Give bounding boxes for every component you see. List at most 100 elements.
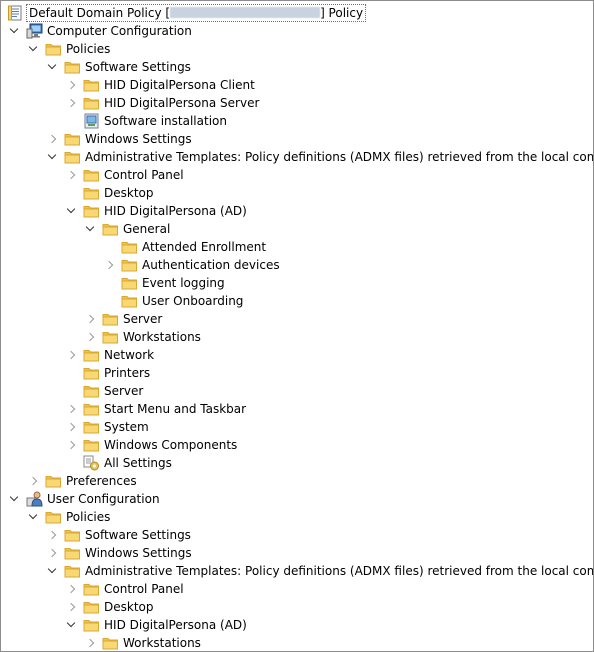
chevron-right-icon[interactable] bbox=[29, 472, 41, 490]
folder-icon bbox=[83, 347, 100, 363]
tree-label: HID DigitalPersona Server bbox=[104, 96, 260, 110]
tree-node-all-settings[interactable]: All Settings bbox=[1, 454, 593, 472]
tree-label: Network bbox=[104, 348, 155, 362]
tree-node-computer-configuration[interactable]: Computer Configuration bbox=[1, 22, 593, 40]
chevron-right-icon[interactable] bbox=[67, 418, 79, 436]
folder-icon bbox=[83, 203, 100, 219]
chevron-down-icon[interactable] bbox=[28, 40, 40, 58]
tree-label: General bbox=[123, 222, 171, 236]
chevron-right-icon[interactable] bbox=[105, 256, 117, 274]
chevron-down-icon[interactable] bbox=[47, 562, 59, 580]
folder-icon bbox=[64, 149, 81, 165]
folder-icon bbox=[64, 131, 81, 147]
tree-node-system[interactable]: System bbox=[1, 418, 593, 436]
chevron-right-icon[interactable] bbox=[86, 328, 98, 346]
folder-icon bbox=[83, 77, 100, 93]
tree-label: User Onboarding bbox=[142, 294, 244, 308]
tree-label: Software Settings bbox=[85, 60, 191, 74]
tree-node-software-installation[interactable]: Software installation bbox=[1, 112, 593, 130]
tree-node-network[interactable]: Network bbox=[1, 346, 593, 364]
chevron-right-icon[interactable] bbox=[67, 580, 79, 598]
all-settings-icon bbox=[83, 455, 100, 471]
chevron-right-icon[interactable] bbox=[67, 166, 79, 184]
chevron-right-icon[interactable] bbox=[86, 310, 98, 328]
chevron-down-icon[interactable] bbox=[47, 58, 59, 76]
tree-node-uc-desktop[interactable]: Desktop bbox=[1, 598, 593, 616]
tree-node-user-configuration[interactable]: User Configuration bbox=[1, 490, 593, 508]
chevron-right-icon[interactable] bbox=[67, 598, 79, 616]
folder-icon bbox=[121, 257, 138, 273]
tree-node-cc-admin-templates[interactable]: Administrative Templates: Policy definit… bbox=[1, 148, 593, 166]
tree-label: Windows Components bbox=[104, 438, 238, 452]
chevron-right-icon[interactable] bbox=[67, 94, 79, 112]
chevron-down-icon[interactable] bbox=[85, 220, 97, 238]
chevron-right-icon[interactable] bbox=[48, 544, 60, 562]
tree-node-windows-components[interactable]: Windows Components bbox=[1, 436, 593, 454]
tree-label: Start Menu and Taskbar bbox=[104, 402, 247, 416]
tree-node-server[interactable]: Server bbox=[1, 382, 593, 400]
tree-node-uc-windows-settings[interactable]: Windows Settings bbox=[1, 544, 593, 562]
chevron-right-icon[interactable] bbox=[67, 76, 79, 94]
tree-label: Event logging bbox=[142, 276, 225, 290]
chevron-right-icon[interactable] bbox=[67, 400, 79, 418]
tree-node-hid-dp-client[interactable]: HID DigitalPersona Client bbox=[1, 76, 593, 94]
tree-node-workstations-sub[interactable]: Workstations bbox=[1, 328, 593, 346]
chevron-down-icon[interactable] bbox=[66, 202, 78, 220]
tree-node-attended-enrollment[interactable]: Attended Enrollment bbox=[1, 238, 593, 256]
tree-label: HID DigitalPersona (AD) bbox=[104, 204, 247, 218]
chevron-down-icon[interactable] bbox=[66, 616, 78, 634]
chevron-right-icon[interactable] bbox=[67, 346, 79, 364]
folder-icon bbox=[102, 635, 119, 651]
tree-label: Computer Configuration bbox=[47, 24, 192, 38]
tree-label: Control Panel bbox=[104, 582, 184, 596]
tree-node-uc-admin-templates[interactable]: Administrative Templates: Policy definit… bbox=[1, 562, 593, 580]
tree-node-uc-software-settings[interactable]: Software Settings bbox=[1, 526, 593, 544]
chevron-down-icon[interactable] bbox=[9, 22, 21, 40]
tree-node-cc-software-settings[interactable]: Software Settings bbox=[1, 58, 593, 76]
tree-node-cc-windows-settings[interactable]: Windows Settings bbox=[1, 130, 593, 148]
folder-icon bbox=[83, 401, 100, 417]
tree-node-cc-policies[interactable]: Policies bbox=[1, 40, 593, 58]
redacted-server-name bbox=[170, 7, 321, 18]
tree-label: Workstations bbox=[123, 330, 201, 344]
tree-node-general[interactable]: General bbox=[1, 220, 593, 238]
tree-node-cc-hid-dp-ad[interactable]: HID DigitalPersona (AD) bbox=[1, 202, 593, 220]
tree-node-cc-desktop[interactable]: Desktop bbox=[1, 184, 593, 202]
chevron-down-icon[interactable] bbox=[28, 508, 40, 526]
tree-node-authentication-devices[interactable]: Authentication devices bbox=[1, 256, 593, 274]
tree-node-uc-workstations[interactable]: Workstations bbox=[1, 634, 593, 651]
tree-label: System bbox=[104, 420, 149, 434]
tree-label: Workstations bbox=[123, 636, 201, 650]
tree-label: All Settings bbox=[104, 456, 172, 470]
tree-label: Desktop bbox=[104, 600, 154, 614]
tree-node-server-sub[interactable]: Server bbox=[1, 310, 593, 328]
tree-root-default-domain-policy[interactable]: Default Domain Policy [] Policy bbox=[1, 4, 593, 22]
tree-label: HID DigitalPersona Client bbox=[104, 78, 255, 92]
chevron-right-icon[interactable] bbox=[86, 634, 98, 651]
tree-label: Software installation bbox=[104, 114, 227, 128]
chevron-right-icon[interactable] bbox=[67, 436, 79, 454]
tree-node-preferences[interactable]: Preferences bbox=[1, 472, 593, 490]
folder-icon bbox=[45, 473, 62, 489]
chevron-down-icon[interactable] bbox=[9, 490, 21, 508]
folder-icon bbox=[83, 383, 100, 399]
folder-icon bbox=[102, 329, 119, 345]
tree-node-hid-dp-server[interactable]: HID DigitalPersona Server bbox=[1, 94, 593, 112]
folder-icon bbox=[45, 41, 62, 57]
tree-node-cc-control-panel[interactable]: Control Panel bbox=[1, 166, 593, 184]
folder-icon bbox=[64, 527, 81, 543]
folder-icon bbox=[121, 275, 138, 291]
tree-node-uc-policies[interactable]: Policies bbox=[1, 508, 593, 526]
chevron-right-icon[interactable] bbox=[48, 130, 60, 148]
policy-document-icon bbox=[7, 5, 24, 21]
tree-node-user-onboarding[interactable]: User Onboarding bbox=[1, 292, 593, 310]
tree-node-uc-hid-dp-ad[interactable]: HID DigitalPersona (AD) bbox=[1, 616, 593, 634]
tree-node-event-logging[interactable]: Event logging bbox=[1, 274, 593, 292]
chevron-right-icon[interactable] bbox=[48, 526, 60, 544]
tree-label: Preferences bbox=[66, 474, 137, 488]
tree-node-start-menu-taskbar[interactable]: Start Menu and Taskbar bbox=[1, 400, 593, 418]
folder-icon bbox=[64, 563, 81, 579]
tree-node-printers[interactable]: Printers bbox=[1, 364, 593, 382]
tree-node-uc-control-panel[interactable]: Control Panel bbox=[1, 580, 593, 598]
chevron-down-icon[interactable] bbox=[47, 148, 59, 166]
